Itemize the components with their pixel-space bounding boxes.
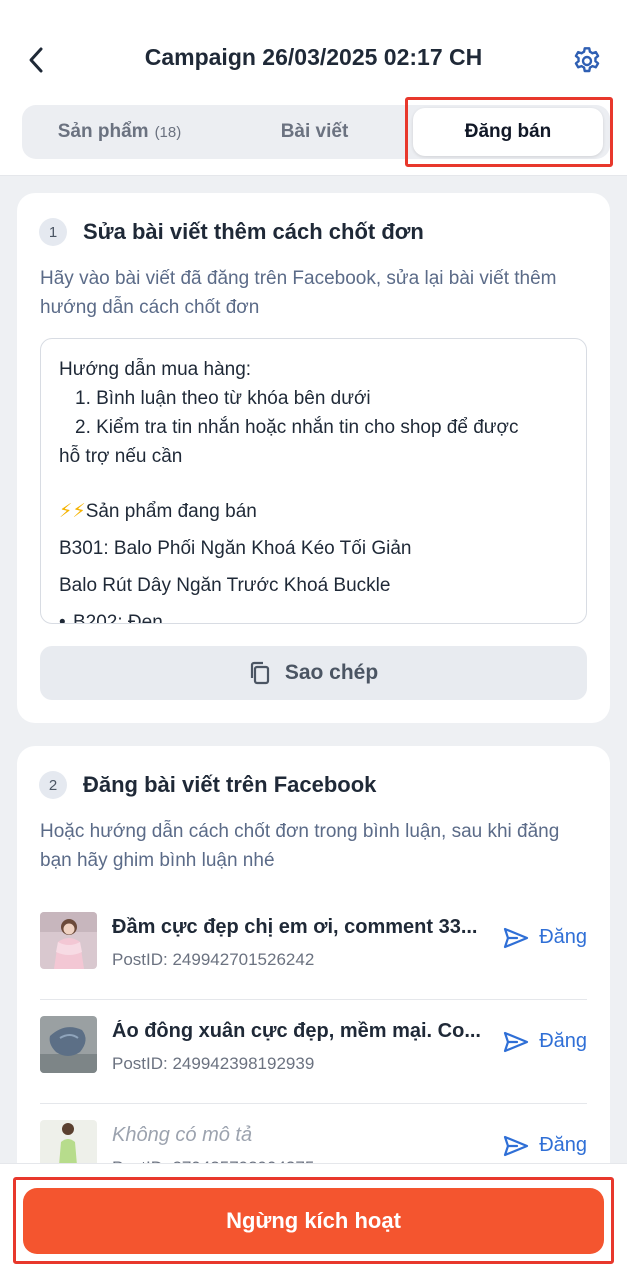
- step1-card: 1 Sửa bài viết thêm cách chốt đơn Hãy và…: [17, 193, 610, 723]
- post-list: Đầm cực đẹp chị em ơi, comment 33... Pos…: [40, 896, 587, 1208]
- guide-product-1: B301: Balo Phối Ngăn Khoá Kéo Tối Giản: [59, 538, 412, 559]
- send-icon: [504, 1031, 529, 1052]
- copy-icon: [250, 661, 269, 685]
- tab-products-count: (18): [154, 123, 182, 141]
- publish-button-label: Đăng: [539, 926, 587, 948]
- guide-line-1: 1. Bình luận theo từ khóa bên dưới: [75, 388, 371, 409]
- guide-product-2: Balo Rút Dây Ngăn Trước Khoá Buckle: [59, 575, 391, 596]
- tab-publish-sell[interactable]: Đăng bán: [413, 108, 603, 156]
- post-thumbnail: [40, 1016, 97, 1073]
- copy-button[interactable]: Sao chép: [40, 646, 587, 700]
- publish-button-label: Đăng: [539, 1030, 587, 1052]
- deactivate-button[interactable]: Ngừng kích hoạt: [23, 1188, 604, 1254]
- post-thumbnail: [40, 912, 97, 969]
- list-item: Đầm cực đẹp chị em ơi, comment 33... Pos…: [40, 896, 587, 1000]
- step1-header: 1 Sửa bài viết thêm cách chốt đơn: [39, 218, 424, 246]
- guide-line-2: 2. Kiểm tra tin nhắn hoặc nhắn tin cho s…: [75, 417, 519, 438]
- publish-button[interactable]: Đăng: [503, 1134, 587, 1157]
- guide-products-heading: Sản phẩm đang bán: [85, 501, 257, 522]
- publish-button[interactable]: Đăng: [503, 926, 587, 949]
- post-id: PostID: 249942398192939: [112, 1054, 315, 1073]
- step2-description: Hoặc hướng dẫn cách chốt đơn trong bình …: [40, 821, 560, 871]
- post-title: Áo đông xuân cực đẹp, mềm mại. Co...: [112, 1020, 481, 1042]
- publish-button-label: Đăng: [539, 1134, 587, 1156]
- publish-button[interactable]: Đăng: [503, 1030, 587, 1053]
- send-icon: [504, 1135, 529, 1156]
- step2-number: 2: [39, 771, 67, 799]
- tab-products[interactable]: Sản phẩm (18): [22, 105, 217, 159]
- tab-posts[interactable]: Bài viết: [217, 105, 412, 159]
- tab-posts-label: Bài viết: [280, 121, 349, 142]
- tab-products-label: Sản phẩm: [57, 121, 149, 142]
- post-id: PostID: 249942701526242: [112, 950, 315, 969]
- page-title: Campaign 26/03/2025 02:17 CH: [144, 44, 483, 70]
- tab-bar: Sản phẩm (18) Bài viết Đăng bán: [22, 105, 610, 159]
- step2-header: 2 Đăng bài viết trên Facebook: [39, 771, 376, 799]
- step1-number: 1: [39, 218, 67, 246]
- gear-icon: [574, 47, 600, 73]
- chevron-left-icon: [29, 47, 43, 73]
- bottom-bar: Ngừng kích hoạt: [0, 1163, 627, 1280]
- guide-line-2-cont: hỗ trợ nếu cần: [59, 446, 183, 467]
- tab-publish-sell-label: Đăng bán: [464, 121, 552, 142]
- settings-button[interactable]: [568, 42, 606, 80]
- copy-button-label: Sao chép: [284, 661, 379, 684]
- step2-title: Đăng bài viết trên Facebook: [83, 772, 377, 797]
- list-item: Áo đông xuân cực đẹp, mềm mại. Co... Pos…: [40, 1000, 587, 1104]
- lightning-icon: ⚡⚡: [59, 501, 86, 522]
- guide-textbox[interactable]: Hướng dẫn mua hàng: 1. Bình luận theo từ…: [40, 338, 587, 624]
- guide-heading: Hướng dẫn mua hàng:: [59, 359, 252, 380]
- deactivate-button-label: Ngừng kích hoạt: [226, 1208, 401, 1233]
- header: Campaign 26/03/2025 02:17 CH Sản phẩm (1…: [0, 0, 627, 176]
- back-button[interactable]: [18, 40, 54, 80]
- send-icon: [504, 927, 529, 948]
- post-title: Không có mô tả: [112, 1124, 253, 1146]
- step1-title: Sửa bài viết thêm cách chốt đơn: [83, 219, 424, 244]
- post-title: Đầm cực đẹp chị em ơi, comment 33...: [112, 916, 478, 938]
- step1-description: Hãy vào bài viết đã đăng trên Facebook, …: [40, 268, 557, 318]
- guide-product-2-variant: B202: Đen: [59, 608, 568, 623]
